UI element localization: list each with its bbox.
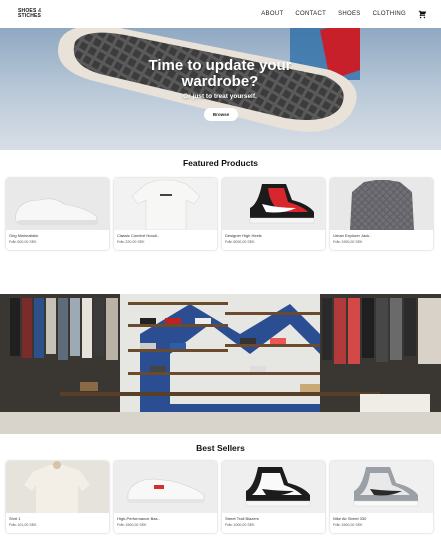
product-name: Orig Minimalistic [9, 233, 39, 238]
nav-contact[interactable]: CONTACT [295, 11, 326, 17]
product-image [6, 178, 109, 230]
product-name: Nike Air Street 330 [333, 516, 367, 521]
brand-logo[interactable]: SHOES & STICHES [18, 9, 58, 19]
nav-about[interactable]: ABOUT [261, 11, 283, 17]
nav-clothing[interactable]: CLOTHING [373, 11, 406, 17]
product-name: High-Performance Bas.. [117, 516, 160, 521]
product-image [330, 461, 433, 513]
product-price: Från 101,00 SEK [9, 523, 37, 527]
product-price: Från 1990,00 SEK [333, 240, 363, 244]
product-price: Från 1500,00 SEK [333, 523, 363, 527]
product-image [222, 461, 325, 513]
store-interior-banner [0, 294, 441, 434]
product-price: Från 1000,00 SEK [225, 523, 255, 527]
featured-title: Featured Products [182, 158, 259, 168]
product-price: Från 1500,00 SEK [117, 523, 147, 527]
product-price: Från 220,00 SEK [117, 240, 145, 244]
product-image [6, 461, 109, 513]
hero-subtitle: Or just to treat yourself. [183, 93, 257, 100]
nav-shoes[interactable]: SHOES [338, 11, 361, 17]
product-image [330, 178, 433, 230]
browse-button[interactable]: Browse [204, 108, 238, 121]
product-price: Från 500,00 SEK [9, 240, 37, 244]
top-nav: SHOES & STICHES ABOUT CONTACT SHOES CLOT… [0, 0, 441, 28]
product-name: Classic Comfort Hoodi.. [117, 233, 160, 238]
product-image [114, 461, 217, 513]
product-name: Designer High Heels [225, 233, 262, 238]
product-card[interactable]: High-Performance Bas.. Från 1500,00 SEK [114, 461, 217, 533]
product-name: Street Trail Blazers [225, 516, 259, 521]
hero-text-block: Time to update your wardrobe? Or just to… [120, 57, 320, 101]
product-image [222, 178, 325, 230]
product-card[interactable]: Orig Minimalistic Från 500,00 SEK [6, 178, 109, 250]
product-card[interactable]: Urban Explorer Jack.. Från 1990,00 SEK [330, 178, 433, 250]
product-name: Shirt 1 [9, 516, 21, 521]
product-name: Urban Explorer Jack.. [333, 233, 372, 238]
hero-title: Time to update your wardrobe? [148, 57, 292, 90]
product-image [114, 178, 217, 230]
product-price: Från 5000,00 SEK [225, 240, 255, 244]
product-card[interactable]: Nike Air Street 330 Från 1500,00 SEK [330, 461, 433, 533]
bestseller-products: Shirt 1 Från 101,00 SEK High-Performance… [6, 461, 435, 533]
featured-products: Orig Minimalistic Från 500,00 SEK Classi… [6, 178, 435, 250]
product-card[interactable]: Designer High Heels Från 5000,00 SEK [222, 178, 325, 250]
cart-icon[interactable] [418, 10, 427, 19]
hero-banner: Time to update your wardrobe? Or just to… [0, 28, 441, 150]
bestsellers-title: Best Sellers [196, 443, 245, 453]
product-card[interactable]: Classic Comfort Hoodi.. Från 220,00 SEK [114, 178, 217, 250]
nav-menu: ABOUT CONTACT SHOES CLOTHING [261, 10, 427, 19]
product-card[interactable]: Shirt 1 Från 101,00 SEK [6, 461, 109, 533]
product-card[interactable]: Street Trail Blazers Från 1000,00 SEK [222, 461, 325, 533]
